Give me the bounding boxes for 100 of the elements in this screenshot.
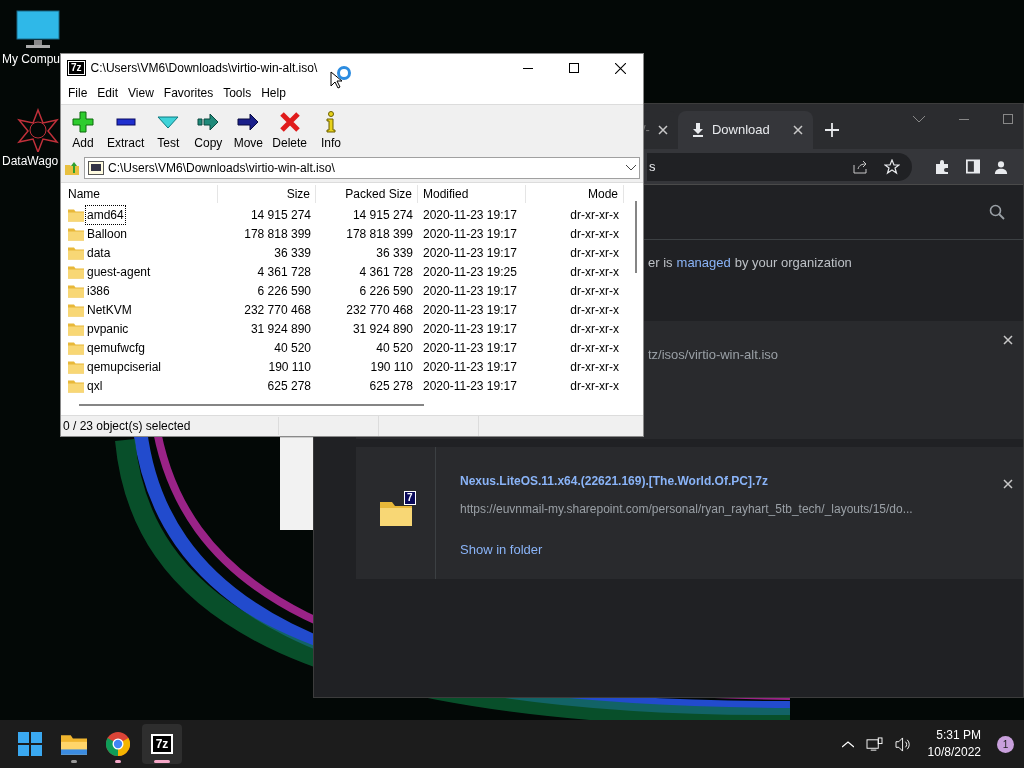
browser-tab[interactable]: Download xyxy=(677,111,813,149)
table-cell-text: 14 915 274 xyxy=(249,206,312,224)
column-header[interactable]: Name xyxy=(63,185,218,203)
file-name[interactable]: pvpanic xyxy=(86,319,130,338)
file-name[interactable]: qemupciserial xyxy=(86,357,163,376)
network-icon[interactable] xyxy=(865,736,883,752)
file-name[interactable]: qemufwcfg xyxy=(86,338,147,357)
download-url: https://euvnmail-my.sharepoint.com/personal/ryan_rayhart_5tb_tech/_layouts/15/do... xyxy=(460,500,914,518)
new-tab-icon[interactable] xyxy=(824,123,839,137)
table-cell-text: dr-xr-xr-x xyxy=(569,358,620,376)
managed-notice: er is xyxy=(648,254,673,272)
close-icon xyxy=(614,62,626,74)
table-cell-text: dr-xr-xr-x xyxy=(569,377,620,395)
chevron-up-icon[interactable] xyxy=(841,740,854,748)
download-url: tz/isos/virtio-win-alt.iso xyxy=(648,345,779,364)
toolbar-button[interactable]: Extract xyxy=(103,110,149,152)
folder-icon xyxy=(68,245,84,260)
menu-item[interactable]: Edit xyxy=(92,84,124,102)
disc-image-icon xyxy=(88,161,104,175)
table-cell-text: 178 818 399 xyxy=(243,225,312,243)
menu-item[interactable]: View xyxy=(123,84,159,102)
table-cell-text: 232 770 468 xyxy=(243,301,312,319)
menu-item[interactable]: Help xyxy=(256,84,291,102)
table-cell-text: 6 226 590 xyxy=(358,282,414,300)
table-cell-text: 4 361 728 xyxy=(358,263,414,281)
star-icon[interactable] xyxy=(884,158,900,175)
close-icon[interactable] xyxy=(1003,478,1013,489)
table-cell-text: 40 520 xyxy=(273,339,312,357)
side-panel-icon[interactable] xyxy=(966,159,980,174)
toolbar-button[interactable]: Add xyxy=(63,110,103,152)
file-name[interactable]: amd64 xyxy=(86,205,125,224)
folder-icon xyxy=(61,733,87,755)
table-cell-text: 2020-11-23 19:17 xyxy=(422,320,518,338)
folder-icon xyxy=(68,283,84,298)
table-cell-text: dr-xr-xr-x xyxy=(569,320,620,338)
star-logo-icon[interactable] xyxy=(16,108,60,152)
table-cell-text: 2020-11-23 19:17 xyxy=(422,206,518,224)
file-name[interactable]: Balloon xyxy=(86,224,129,243)
speaker-icon[interactable] xyxy=(894,736,912,752)
address-bar[interactable]: s xyxy=(647,152,912,181)
folder-up-icon[interactable] xyxy=(64,160,80,176)
menu-item[interactable]: File xyxy=(63,84,93,102)
monitor-icon[interactable] xyxy=(16,10,60,50)
column-header[interactable]: Modified xyxy=(418,185,526,203)
chevron-down-icon[interactable] xyxy=(913,115,925,123)
minimize-icon[interactable] xyxy=(959,118,969,120)
desktop-icon-label[interactable]: My Compu xyxy=(0,50,60,68)
clock[interactable]: 5:31 PM 10/8/2022 xyxy=(923,727,985,761)
close-icon[interactable] xyxy=(657,125,668,135)
close-icon[interactable] xyxy=(792,125,803,135)
desktop-icon-label[interactable]: DataWago xyxy=(0,152,59,170)
managed-notice: by your organization xyxy=(734,254,852,272)
toolbar-button[interactable]: Delete xyxy=(268,110,312,152)
table-cell-text: 2020-11-23 19:17 xyxy=(422,225,518,243)
managed-link[interactable]: managed xyxy=(676,253,731,273)
plus-icon xyxy=(71,110,95,134)
column-header[interactable]: Size xyxy=(218,185,316,203)
column-header[interactable]: Mode xyxy=(526,185,624,203)
table-cell-text: dr-xr-xr-x xyxy=(569,301,620,319)
file-name[interactable]: NetKVM xyxy=(86,300,133,319)
puzzle-piece-icon[interactable] xyxy=(934,158,950,175)
table-cell-text: dr-xr-xr-x xyxy=(569,244,620,262)
table-cell-text: 36 339 xyxy=(375,244,414,262)
app-logo: 7z xyxy=(68,61,85,75)
table-cell-text: 2020-11-23 19:17 xyxy=(422,301,518,319)
table-cell-text: 36 339 xyxy=(273,244,312,262)
file-name[interactable]: guest-agent xyxy=(86,262,152,281)
horizontal-scrollbar[interactable] xyxy=(79,404,424,406)
chevron-down-icon xyxy=(626,165,636,171)
menu-item[interactable]: Favorites xyxy=(158,84,219,102)
file-name[interactable]: qxl xyxy=(86,376,104,395)
close-icon xyxy=(277,110,302,134)
search-icon[interactable] xyxy=(989,204,1005,220)
download-file-name[interactable]: Nexus.LiteOS.11.x64.(22621.169).[The.World.Of.PC].7z xyxy=(460,471,1003,490)
profile-icon[interactable] xyxy=(994,158,1008,175)
table-cell-text: 31 924 890 xyxy=(351,320,414,338)
busy-ring-icon xyxy=(336,65,352,81)
folder-icon xyxy=(68,302,84,317)
file-name[interactable]: data xyxy=(86,243,112,262)
toolbar-button[interactable]: Move xyxy=(228,110,269,152)
toolbar-button[interactable]: Copy xyxy=(188,110,229,152)
notification-count[interactable]: 1 xyxy=(997,735,1014,753)
menu-item[interactable]: Tools xyxy=(218,84,257,102)
file-name[interactable]: i386 xyxy=(86,281,111,300)
maximize-icon[interactable] xyxy=(1003,114,1013,124)
toolbar-button[interactable]: Info xyxy=(311,110,352,152)
show-in-folder-link[interactable]: Show in folder xyxy=(460,539,1003,559)
folder-icon xyxy=(68,378,84,393)
share-icon[interactable] xyxy=(852,158,868,175)
close-icon[interactable] xyxy=(1003,334,1013,345)
address-field[interactable]: C:\Users\VM6\Downloads\virtio-win-alt.iso\ xyxy=(84,157,640,179)
taskbar-button[interactable]: 7z xyxy=(142,724,182,764)
table-cell-text: dr-xr-xr-x xyxy=(569,263,620,281)
table-cell-text: 178 818 399 xyxy=(345,225,414,243)
table-cell-text: 31 924 890 xyxy=(249,320,312,338)
maximize-icon xyxy=(569,63,579,73)
vertical-scrollbar[interactable] xyxy=(635,201,637,273)
toolbar-button[interactable]: Test xyxy=(148,110,189,152)
column-header[interactable]: Packed Size xyxy=(316,185,418,203)
table-cell-text: 2020-11-23 19:17 xyxy=(422,282,518,300)
